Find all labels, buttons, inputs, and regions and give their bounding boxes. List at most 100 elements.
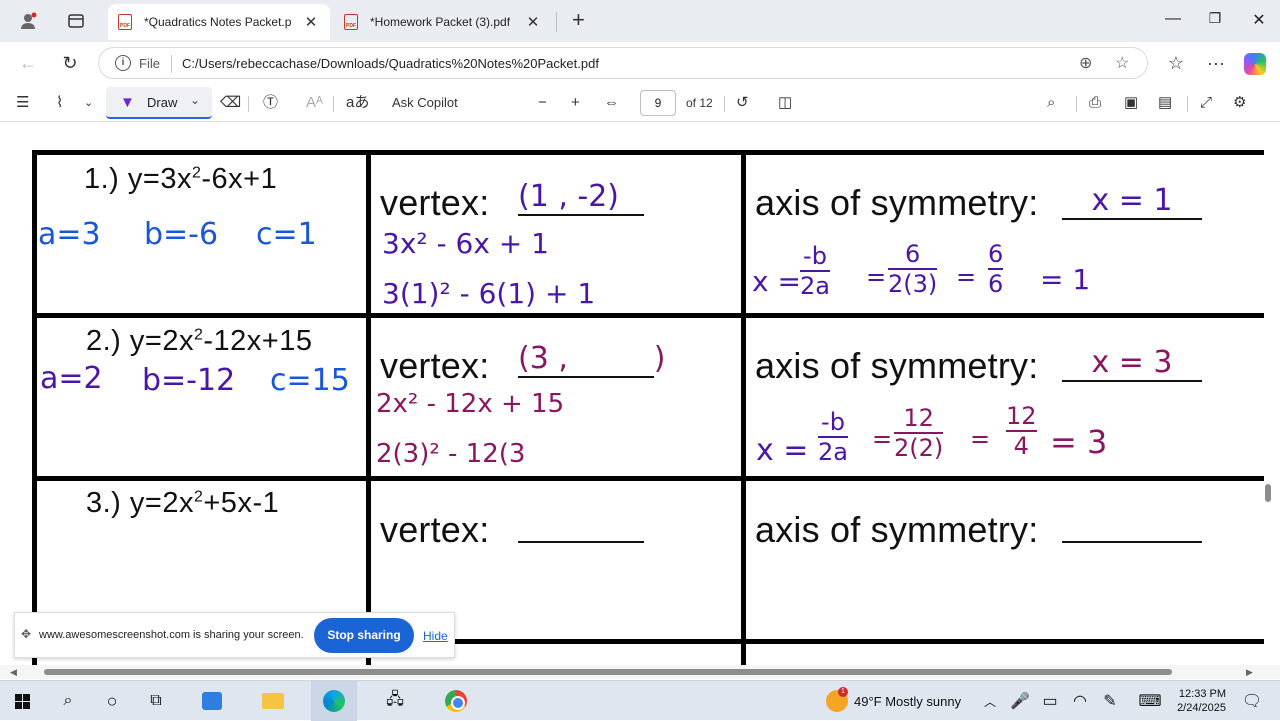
vertex-work-line: 2(3)² - 12(3 (376, 439, 526, 469)
show-hidden-icons-icon[interactable]: ︿ (976, 689, 1004, 713)
horizontal-scrollbar[interactable]: ◀ ▶ (0, 665, 1280, 679)
vertex-work-line: 3x² - 6x + 1 (382, 227, 549, 260)
highlight-chevron-icon[interactable]: ⌄ (84, 93, 93, 113)
zoom-in-icon[interactable]: + (571, 93, 580, 113)
equation-1: 1.) y=3x2-6x+1 (84, 163, 278, 195)
zoom-icon[interactable]: ⊕ (1079, 53, 1092, 73)
table-border (741, 150, 746, 665)
restore-icon[interactable]: ❐ (1205, 10, 1225, 27)
page-view-icon[interactable]: ◫ (778, 93, 792, 113)
chrome-icon[interactable] (442, 689, 470, 713)
pen-tray-icon[interactable]: ✎ (1096, 689, 1124, 713)
tab-homework-packet[interactable]: PDF *Homework Packet (3).pdf ✕ (334, 4, 552, 40)
full-screen-icon[interactable]: ⤢ (1200, 93, 1212, 113)
wifi-icon[interactable]: ◠ (1066, 689, 1094, 713)
draw-chevron-icon[interactable]: ⌄ (190, 93, 200, 107)
pdf-page[interactable]: 1.) y=3x2-6x+1 a=3 b=-6 c=1 vertex: (1 ,… (0, 123, 1280, 665)
print-icon[interactable]: ⎙ (1089, 93, 1101, 113)
file-explorer-icon[interactable] (259, 689, 287, 713)
tab-title: *Homework Packet (3).pdf (370, 15, 511, 29)
close-tab-icon[interactable]: ✕ (302, 13, 320, 31)
copilot-icon[interactable] (1244, 53, 1266, 75)
fraction: 66 (988, 241, 1004, 297)
draw-button[interactable]: ▼ Draw ⌄ (106, 87, 212, 119)
keyboard-icon[interactable]: ⌨ (1136, 689, 1164, 713)
contents-icon[interactable]: ☰ (16, 93, 29, 113)
scroll-right-icon[interactable]: ▶ (1246, 665, 1253, 679)
save-icon[interactable]: ▣ (1124, 93, 1138, 113)
search-icon[interactable]: ⌕ (1047, 93, 1055, 113)
hide-link[interactable]: Hide (423, 629, 448, 643)
axis-answer: x = 3 (1062, 345, 1202, 382)
save-as-icon[interactable]: ▤ (1158, 93, 1172, 113)
url-text[interactable]: C:/Users/rebeccachase/Downloads/Quadrati… (182, 56, 599, 71)
close-window-icon[interactable]: ✕ (1249, 10, 1269, 30)
page-number-input[interactable]: 9 (640, 90, 676, 116)
rotate-icon[interactable]: ↺ (736, 93, 749, 113)
close-tab-icon[interactable]: ✕ (524, 13, 542, 31)
vertex-answer: (1 , -2) (518, 179, 644, 216)
zoom-out-icon[interactable]: − (538, 93, 547, 113)
tab-actions-icon[interactable] (62, 8, 90, 34)
fraction: -b 2a (800, 243, 830, 299)
pdf-toolbar: ☰ ⌇ ⌄ ▼ Draw ⌄ ⌫ Ⓣ Aᴬ aあ Ask Copilot − +… (0, 84, 1280, 122)
search-icon[interactable]: ⌕ (54, 689, 82, 713)
vertex-answer-blank[interactable] (518, 541, 644, 543)
weather-badge: 1 (838, 687, 848, 697)
cortana-icon[interactable]: ○ (98, 689, 126, 713)
axis-answer: x = 1 (1062, 183, 1202, 220)
toolbar-divider (333, 96, 334, 112)
address-divider (171, 55, 172, 73)
denominator: 2(3) (888, 270, 938, 298)
favorite-star-icon[interactable]: ☆ (1115, 53, 1129, 73)
vertical-scrollbar[interactable] (1265, 484, 1271, 502)
highlight-icon[interactable]: ⌇ (56, 93, 63, 113)
numerator: 12 (1006, 402, 1037, 430)
toolbar-divider (1187, 96, 1188, 112)
axis-label: axis of symmetry: (755, 182, 1039, 223)
more-menu-icon[interactable]: ··· (1204, 52, 1228, 74)
equals-sign: = (866, 263, 887, 291)
fraction: 12 4 (1006, 403, 1037, 459)
taskbar: ⌕ ○ ⧉ 🖧 1 49°F Mostly sunny ︿ 🎤 ▭ ◠ ✎ ⌨ … (0, 680, 1280, 721)
eraser-icon[interactable]: ⌫ (220, 93, 241, 113)
text-format-icon[interactable]: Aᴬ (306, 93, 323, 113)
edge-icon[interactable] (320, 689, 348, 713)
favorites-icon[interactable]: ☆ (1164, 52, 1188, 74)
settings-gear-icon[interactable]: ⚙ (1233, 93, 1246, 113)
axis-answer-blank[interactable] (1062, 541, 1202, 543)
ask-copilot-button[interactable]: Ask Copilot (392, 93, 458, 113)
equals-sign: = (872, 425, 893, 453)
axis-work-result: = 3 (1050, 423, 1108, 461)
notifications-icon[interactable]: 🗨 (1238, 689, 1266, 713)
scroll-thumb[interactable] (44, 669, 1172, 675)
drag-handle-icon[interactable]: ✥ (21, 627, 31, 641)
fit-width-icon[interactable]: ⇔ (604, 93, 619, 113)
new-tab-icon[interactable]: + (572, 9, 585, 31)
minimize-icon[interactable]: — (1163, 10, 1183, 28)
task-view-icon[interactable]: ⧉ (142, 689, 170, 713)
stop-sharing-button[interactable]: Stop sharing (314, 618, 414, 653)
scroll-left-icon[interactable]: ◀ (10, 665, 17, 679)
profile-icon[interactable] (14, 8, 42, 34)
tab-quadratics-notes[interactable]: PDF *Quadratics Notes Packet.p ✕ (108, 4, 330, 40)
read-aloud-icon[interactable]: aあ (346, 93, 369, 113)
microphone-icon[interactable]: 🎤 (1006, 689, 1034, 713)
battery-icon[interactable]: ▭ (1036, 689, 1064, 713)
network-app-icon[interactable]: 🖧 (381, 689, 409, 713)
table-border (32, 476, 1264, 481)
weather-text[interactable]: 49°F Mostly sunny (854, 694, 961, 709)
refresh-icon[interactable]: ↻ (58, 52, 82, 74)
axis-label: axis of symmetry: (755, 509, 1039, 550)
info-icon[interactable]: i (115, 55, 131, 71)
scheme-label: File (139, 56, 160, 71)
store-icon[interactable] (198, 689, 226, 713)
vertex-label: vertex: (380, 345, 490, 386)
fraction: 6 2(3) (888, 241, 938, 298)
back-icon[interactable]: ← (16, 52, 40, 74)
text-box-icon[interactable]: Ⓣ (263, 93, 278, 113)
address-bar[interactable]: i File C:/Users/rebeccachase/Downloads/Q… (98, 47, 1148, 79)
windows-start-icon[interactable] (8, 689, 36, 713)
clock[interactable]: 12:33 PM 2/24/2025 (1170, 687, 1226, 715)
toolbar-divider (1076, 96, 1077, 112)
